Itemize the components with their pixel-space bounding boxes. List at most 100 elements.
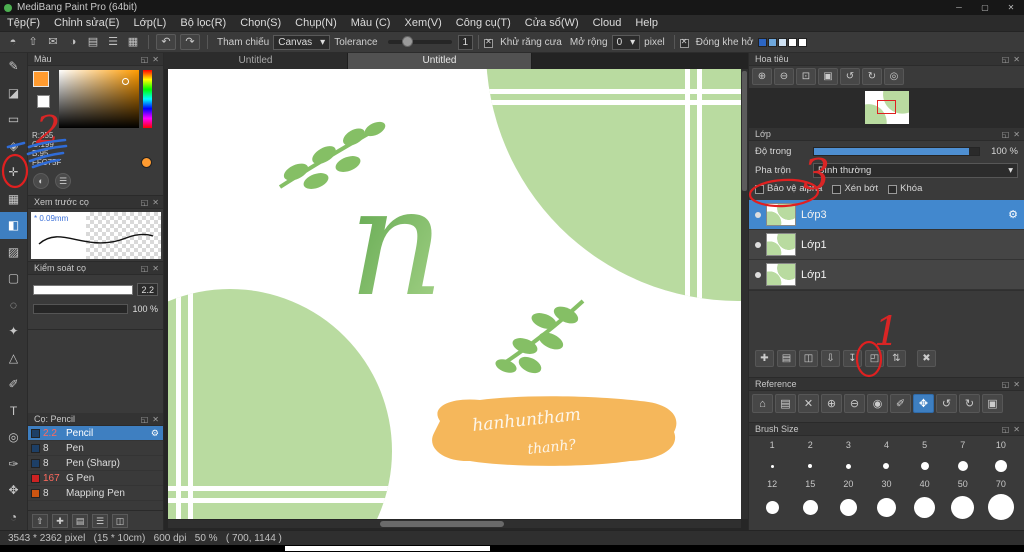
gear-icon[interactable]: ⚙ [1008, 208, 1018, 221]
close-icon[interactable]: ✕ [152, 55, 159, 64]
copy-layer-button[interactable]: ◫ [799, 350, 818, 367]
list-icon[interactable]: ☰ [104, 34, 122, 50]
reference-loupe-button[interactable]: ◉ [867, 394, 888, 413]
tool-grid[interactable]: ▦ [0, 186, 27, 213]
duplicate-layer-button[interactable]: ◰ [865, 350, 884, 367]
tool-lasso[interactable]: ◌ [0, 292, 27, 319]
reference-zoom-out-button[interactable]: ⊖ [844, 394, 865, 413]
palette-icon[interactable]: ◑ [64, 34, 82, 50]
tool-brush[interactable]: ✎ [0, 53, 27, 80]
popout-icon[interactable]: ◱ [141, 415, 149, 424]
brush-item-pencil[interactable]: 2.2 Pencil ⚙ [28, 426, 163, 441]
brush-opacity-slider[interactable] [33, 304, 129, 314]
close-icon[interactable]: ✕ [1013, 55, 1020, 64]
layer-visibility-dot[interactable] [755, 271, 761, 278]
menu-window[interactable]: Cửa sổ(W) [518, 15, 586, 32]
tool-gradient[interactable]: ▨ [0, 239, 27, 266]
close-icon[interactable]: ✕ [152, 198, 159, 207]
menu-view[interactable]: Xem(V) [397, 15, 448, 32]
color-sliders-button[interactable]: ☰ [55, 173, 71, 189]
lock-checkbox[interactable]: Khóa [888, 183, 922, 194]
size-swatch-40[interactable] [906, 492, 944, 522]
gap-width-swatch-1[interactable] [758, 37, 768, 47]
layer-visibility-dot[interactable] [755, 241, 761, 248]
reorder-layer-button[interactable]: ⇅ [887, 350, 906, 367]
size-swatch-7[interactable] [944, 453, 982, 479]
menu-file[interactable]: Tệp(F) [0, 15, 47, 32]
brush-menu-button[interactable]: ☰ [92, 513, 108, 528]
undo-button[interactable]: ↶ [156, 34, 176, 50]
tool-stamp[interactable]: ◈ [0, 133, 27, 160]
reference-zoom-in-button[interactable]: ⊕ [821, 394, 842, 413]
close-icon[interactable]: ✕ [152, 264, 159, 273]
tool-magic-wand[interactable]: ✦ [0, 318, 27, 345]
zoom-out-button[interactable]: ⊖ [774, 68, 794, 85]
layer-visibility-dot[interactable] [755, 211, 761, 218]
close-icon[interactable]: ✕ [1013, 425, 1020, 434]
hue-bar[interactable] [143, 70, 152, 128]
merge-down-button[interactable]: ↧ [843, 350, 862, 367]
brush-item-pen-sharp[interactable]: 8 Pen (Sharp) [28, 456, 163, 471]
popout-icon[interactable]: ◱ [1002, 380, 1010, 389]
reference-eyedropper-button[interactable]: ✐ [890, 394, 911, 413]
chat-icon[interactable]: ✉ [44, 34, 62, 50]
tool-select-pen[interactable]: ✐ [0, 371, 27, 398]
blend-mode-dropdown[interactable]: Bình thường ▾ [813, 163, 1018, 178]
gap-width-swatch-5[interactable] [798, 37, 808, 47]
menu-filter[interactable]: Bộ lọc(R) [173, 15, 233, 32]
close-icon[interactable]: ✕ [1013, 380, 1020, 389]
brush-add-button[interactable]: ✚ [52, 513, 68, 528]
reference-close-button[interactable]: ✕ [798, 394, 819, 413]
size-swatch-70[interactable] [982, 492, 1020, 522]
reference-dropdown[interactable]: Canvas ▾ [273, 34, 331, 50]
reference-folder-button[interactable]: ▤ [775, 394, 796, 413]
reference-hand-button[interactable]: ✥ [913, 394, 934, 413]
fit-view-button[interactable]: ⊡ [796, 68, 816, 85]
tool-shape[interactable]: ◎ [0, 424, 27, 451]
expand-dropdown[interactable]: 0 ▾ [611, 34, 641, 50]
menu-layer[interactable]: Lớp(L) [126, 15, 173, 32]
popout-icon[interactable]: ◱ [1002, 130, 1010, 139]
grid-icon[interactable]: ▦ [124, 34, 142, 50]
brush-item-pen[interactable]: 8 Pen [28, 441, 163, 456]
color-wheel-button[interactable]: ◐ [33, 173, 49, 189]
menu-select[interactable]: Chọn(S) [233, 15, 288, 32]
vertical-scrollbar[interactable] [741, 69, 748, 519]
tool-divide[interactable]: ◔ [0, 504, 27, 531]
brush-item-g-pen[interactable]: 167 G Pen [28, 471, 163, 486]
brush-width-slider[interactable] [33, 284, 134, 295]
add-layer-button[interactable]: ✚ [755, 350, 774, 367]
antialias-checkbox[interactable] [484, 37, 494, 48]
document-icon[interactable]: ▤ [84, 34, 102, 50]
close-button[interactable]: ✕ [998, 0, 1024, 15]
foreground-color-swatch[interactable] [33, 71, 49, 87]
tool-text[interactable]: T [0, 398, 27, 425]
size-swatch-30[interactable] [867, 492, 905, 522]
rotate-right-button[interactable]: ↻ [862, 68, 882, 85]
saturation-value-picker[interactable] [59, 70, 139, 128]
menu-cloud[interactable]: Cloud [586, 15, 629, 32]
reference-rotate-left-button[interactable]: ↺ [936, 394, 957, 413]
rotate-left-button[interactable]: ↺ [840, 68, 860, 85]
horizontal-scrollbar[interactable] [168, 520, 741, 528]
add-folder-button[interactable]: ▤ [777, 350, 796, 367]
zoom-in-button[interactable]: ⊕ [752, 68, 772, 85]
cloud-icon[interactable]: ◓ [4, 34, 22, 50]
brush-duplicate-button[interactable]: ◫ [112, 513, 128, 528]
document-tab-2[interactable]: Untitled [348, 53, 532, 69]
layer-row-lop3[interactable]: Lớp3 ⚙ [749, 200, 1024, 230]
menu-color[interactable]: Màu (C) [344, 15, 398, 32]
gap-width-swatch-4[interactable] [788, 37, 798, 47]
reference-rotate-right-button[interactable]: ↻ [959, 394, 980, 413]
close-icon[interactable]: ✕ [152, 415, 159, 424]
canvas[interactable]: n hanhuntham thanh? [168, 69, 741, 519]
tool-hand[interactable]: ✥ [0, 477, 27, 504]
brush-width-value[interactable]: 2.2 [137, 283, 158, 296]
tool-select-rect[interactable]: ▭ [0, 106, 27, 133]
tool-eyedropper[interactable]: ✑ [0, 451, 27, 478]
gear-icon[interactable]: ⚙ [151, 428, 159, 439]
horizontal-scrollbar-thumb[interactable] [380, 521, 504, 527]
tolerance-value[interactable]: 1 [457, 34, 474, 50]
size-swatch-3[interactable] [829, 453, 867, 479]
navigator-preview[interactable] [749, 88, 1024, 127]
